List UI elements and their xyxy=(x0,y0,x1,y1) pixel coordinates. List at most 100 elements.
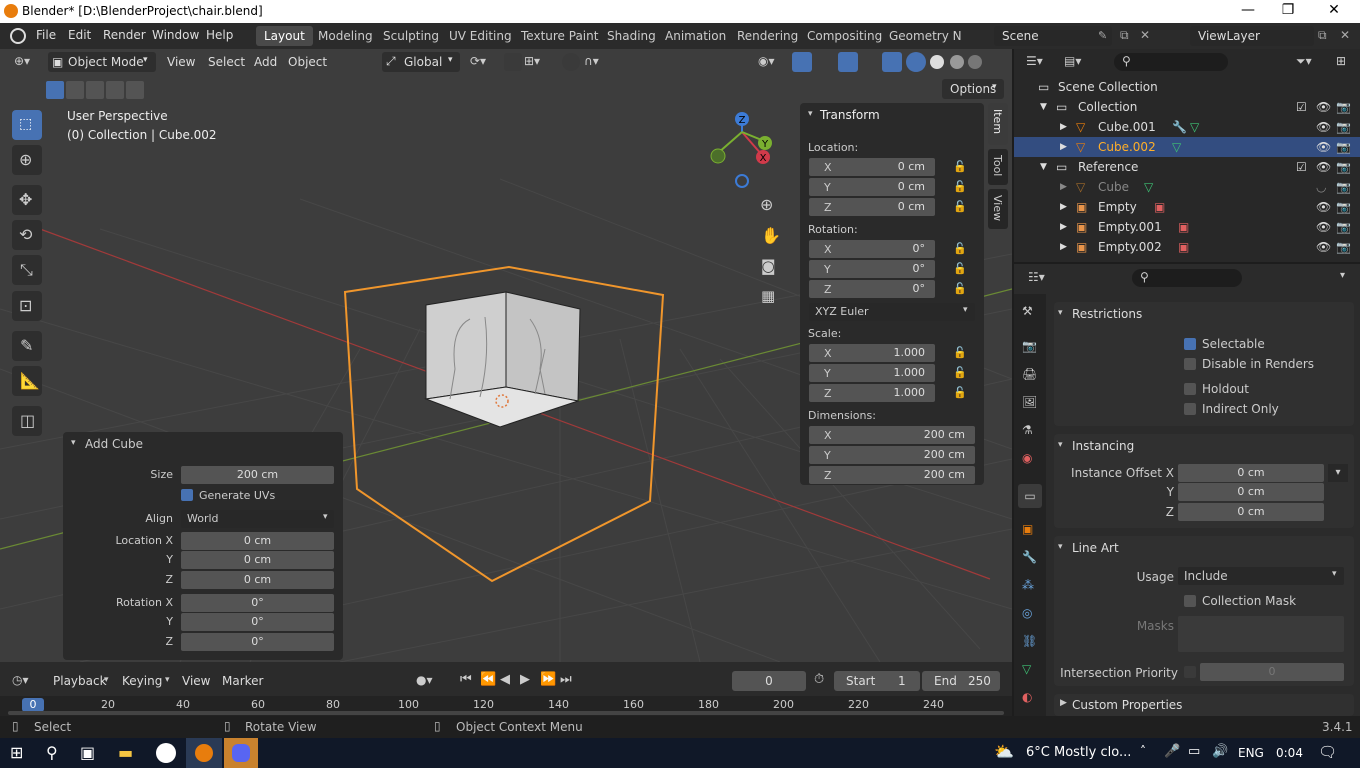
lock-icon[interactable]: 🔓 xyxy=(953,262,967,275)
menu-render[interactable]: Render xyxy=(103,28,146,42)
mode-dropdown[interactable]: ▣ Object Mode ▾ xyxy=(48,52,156,72)
expand-arrow-icon[interactable]: ▶ xyxy=(1060,237,1067,257)
options-dropdown[interactable]: Options ▾ xyxy=(942,79,1004,99)
instance-offset-z-field[interactable]: 0 cm xyxy=(1178,503,1324,521)
rotation-mode-dropdown[interactable]: XYZ Euler ▾ xyxy=(809,303,975,321)
new-scene-icon[interactable]: ⧉ xyxy=(1120,28,1129,43)
tab-texture-paint[interactable]: Texture Paint xyxy=(513,26,606,46)
tab-rendering[interactable]: Rendering xyxy=(729,26,806,46)
usage-dropdown[interactable]: Include ▾ xyxy=(1178,567,1344,585)
visibility-icon[interactable]: ◉▾ xyxy=(758,54,775,68)
delete-scene-icon[interactable]: ✕ xyxy=(1140,28,1150,42)
eye-icon[interactable]: 👁 xyxy=(1316,237,1331,257)
discord-taskbar-button[interactable] xyxy=(224,738,258,768)
instance-offset-y-field[interactable]: 0 cm xyxy=(1178,483,1324,501)
collapse-arrow-icon[interactable]: ▾ xyxy=(71,438,76,448)
generate-uvs-checkbox[interactable]: Generate UVs xyxy=(181,489,275,502)
properties-editor-icon[interactable]: ☷▾ xyxy=(1028,270,1045,284)
playhead[interactable]: 0 xyxy=(22,698,44,712)
pivot-point-icon[interactable]: ⟳▾ xyxy=(470,54,486,68)
lock-icon[interactable]: 🔓 xyxy=(953,242,967,255)
size-field[interactable]: 200 cm xyxy=(181,466,334,484)
tab-modeling[interactable]: Modeling xyxy=(310,26,381,46)
microphone-icon[interactable]: 🎤 xyxy=(1164,744,1180,759)
overlays-toggle-icon[interactable] xyxy=(838,52,858,72)
align-dropdown[interactable]: World ▾ xyxy=(181,510,334,528)
lock-icon[interactable]: 🔓 xyxy=(953,160,967,173)
jump-start-icon[interactable]: ⏮ xyxy=(460,672,472,687)
outliner-row-empty-002[interactable]: ▶ ▣ Empty.002 ▣ 👁 📷 xyxy=(1014,237,1360,257)
perspective-toggle-icon[interactable]: ▦ xyxy=(761,287,775,305)
output-tab-icon[interactable]: 🖨 xyxy=(1022,367,1037,381)
new-collection-icon[interactable]: ⊞ xyxy=(1336,54,1346,68)
windows-start-icon[interactable]: ⊞ xyxy=(10,743,30,763)
world-tab-icon[interactable]: ◉ xyxy=(1022,451,1032,465)
file-explorer-icon[interactable]: ▬ xyxy=(118,743,138,763)
gizmo-y-label[interactable]: Y xyxy=(761,139,769,150)
menu-window[interactable]: Window xyxy=(152,28,199,42)
stopwatch-icon[interactable]: ⏱ xyxy=(814,672,824,687)
record-icon[interactable]: ●▾ xyxy=(416,673,433,687)
display-mode-icon[interactable]: ▤▾ xyxy=(1064,54,1081,68)
camera-icon[interactable]: 📷 xyxy=(1336,137,1351,157)
custom-properties-section[interactable]: ▶ Custom Properties xyxy=(1054,694,1354,716)
3d-viewport[interactable]: Z Y X ⊕▾ ▣ Object Mode ▾ View Select Add… xyxy=(0,49,1012,662)
tab-uv-editing[interactable]: UV Editing xyxy=(441,26,520,46)
dimension-x-field[interactable]: 200 cm xyxy=(809,426,975,444)
weather-text[interactable]: 6°C Mostly clo... xyxy=(1026,745,1131,760)
transform-orientation-dropdown[interactable]: ⤢ Global ▾ xyxy=(382,52,460,72)
select-extend-icon[interactable] xyxy=(66,81,84,99)
tab-view[interactable]: View xyxy=(988,189,1008,229)
eye-icon[interactable]: 👁 xyxy=(1316,157,1331,177)
render-tab-icon[interactable]: 📷 xyxy=(1022,339,1037,353)
camera-icon[interactable]: 📷 xyxy=(1336,157,1351,177)
select-invert-icon[interactable] xyxy=(106,81,124,99)
falloff-icon[interactable]: ∩▾ xyxy=(584,54,599,68)
camera-view-icon[interactable]: ◙ xyxy=(761,257,776,275)
cube-location-z-field[interactable]: 0 cm xyxy=(181,571,334,589)
tab-geometry-nodes[interactable]: Geometry Nc xyxy=(881,26,961,46)
scale-tool[interactable]: ⤡ xyxy=(12,255,42,285)
constraints-tab-icon[interactable]: ⛓ xyxy=(1022,634,1037,648)
clock[interactable]: 0:04 xyxy=(1276,746,1303,760)
reference-plane-left[interactable] xyxy=(425,291,507,400)
next-keyframe-icon[interactable]: ⏩ xyxy=(540,672,556,687)
timeline-scrollbar[interactable] xyxy=(8,711,1004,715)
start-frame-field[interactable]: Start 1 xyxy=(834,671,920,691)
annotate-tool[interactable]: ✎ xyxy=(12,331,42,361)
view-layer-selector[interactable]: ViewLayer xyxy=(1190,26,1314,46)
editor-type-icon[interactable]: ⊕▾ xyxy=(14,54,30,68)
eye-icon[interactable]: 👁 xyxy=(1316,97,1331,117)
physics-tab-icon[interactable]: ◎ xyxy=(1022,606,1032,620)
outliner-row-reference[interactable]: ▼ ▭ Reference ☑ 👁 📷 xyxy=(1014,157,1360,177)
disable-renders-checkbox[interactable]: Disable in Renders xyxy=(1184,357,1314,371)
new-view-layer-icon[interactable]: ⧉ xyxy=(1318,28,1327,43)
cube-rotation-z-field[interactable]: 0° xyxy=(181,633,334,651)
xray-toggle-icon[interactable] xyxy=(882,52,902,72)
lock-icon[interactable]: 🔓 xyxy=(953,346,967,359)
cube-rotation-y-field[interactable]: 0° xyxy=(181,613,334,631)
scene-selector[interactable]: Scene xyxy=(994,26,1112,46)
particles-tab-icon[interactable]: ⁂ xyxy=(1022,578,1034,592)
timeline-editor-icon[interactable]: ◷▾ xyxy=(12,673,29,687)
weather-icon[interactable]: ⛅ xyxy=(994,742,1014,761)
collapse-arrow-icon[interactable]: ▾ xyxy=(808,109,813,119)
outliner-row-cube-001[interactable]: ▶ ▽ Cube.001 🔧 ▽ 👁 📷 xyxy=(1014,117,1360,137)
menu-file[interactable]: File xyxy=(36,28,56,42)
material-tab-icon[interactable]: ◐ xyxy=(1022,690,1032,704)
prev-keyframe-icon[interactable]: ⏪ xyxy=(480,672,496,687)
zoom-icon[interactable]: ⊕ xyxy=(760,195,773,214)
transform-tool[interactable]: ⊡ xyxy=(12,291,42,321)
menu-select[interactable]: Select xyxy=(208,55,245,69)
tab-shading[interactable]: Shading xyxy=(599,26,664,46)
camera-icon[interactable]: 📷 xyxy=(1336,117,1351,137)
camera-icon[interactable]: 📷 xyxy=(1336,97,1351,117)
collection-mask-checkbox[interactable]: Collection Mask xyxy=(1184,594,1296,608)
eye-icon[interactable]: 👁 xyxy=(1316,217,1331,237)
yandex-browser-icon[interactable] xyxy=(156,743,176,763)
menu-playback[interactable]: Playback xyxy=(53,674,107,688)
menu-view[interactable]: View xyxy=(167,55,195,69)
tab-animation[interactable]: Animation xyxy=(657,26,734,46)
dimension-y-field[interactable]: 200 cm xyxy=(809,446,975,464)
language-indicator[interactable]: ENG xyxy=(1238,746,1264,760)
